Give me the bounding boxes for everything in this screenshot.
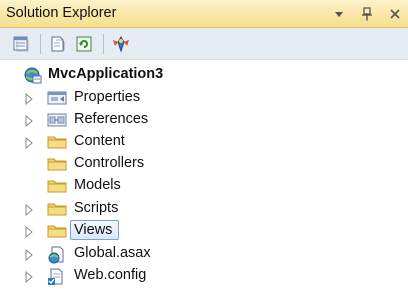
show-all-files-icon[interactable] (47, 33, 69, 55)
dropdown-arrow-icon[interactable] (332, 7, 346, 21)
refresh-icon[interactable] (73, 33, 95, 55)
folder-icon (47, 156, 67, 172)
title-bar: Solution Explorer (0, 0, 408, 28)
tree-item-label: Views (74, 222, 113, 238)
properties-icon (47, 90, 67, 106)
close-icon[interactable] (388, 7, 402, 21)
window-title: Solution Explorer (6, 5, 117, 21)
tree-item-scripts[interactable]: Scripts (0, 198, 408, 220)
tree-root[interactable]: MvcApplication3 (0, 64, 408, 86)
tree-item-label: Models (74, 177, 121, 193)
tree-item-label: References (74, 111, 149, 127)
folder-icon (47, 134, 67, 150)
tree-root-label: MvcApplication3 (48, 66, 164, 82)
pin-icon[interactable] (360, 7, 374, 21)
expand-arrow-icon[interactable] (24, 136, 34, 150)
tree-item-controllers[interactable]: Controllers (0, 153, 408, 175)
toolbar-separator (40, 33, 41, 54)
tree-item-properties[interactable]: Properties (0, 87, 408, 109)
web-config-icon (47, 268, 67, 285)
tree-item-views[interactable]: Views (0, 220, 408, 242)
tree-item-global-asax[interactable]: Global.asax (0, 243, 408, 265)
solution-explorer-panel: Solution Explorer MvcApplication3 Proper… (0, 0, 408, 290)
expand-arrow-icon[interactable] (24, 248, 34, 262)
folder-icon (47, 223, 67, 239)
title-controls (332, 0, 408, 28)
properties-window-icon[interactable] (10, 33, 32, 55)
folder-icon (47, 201, 67, 217)
tree-item-label: Properties (74, 89, 141, 105)
tree-item-label: Scripts (74, 200, 119, 216)
class-diagram-icon[interactable] (110, 33, 132, 55)
references-icon (47, 112, 67, 128)
tree-item-references[interactable]: References (0, 109, 408, 131)
expand-arrow-icon[interactable] (24, 114, 34, 128)
solution-tree: MvcApplication3 Properties References Co… (0, 60, 408, 290)
tree-item-web-config[interactable]: Web.config (0, 265, 408, 287)
folder-icon (47, 178, 67, 194)
toolbar-separator (103, 33, 104, 54)
tree-item-label: Content (74, 133, 125, 149)
tree-item-label: Web.config (74, 267, 147, 283)
expand-arrow-icon[interactable] (24, 203, 34, 217)
tree-item-content[interactable]: Content (0, 131, 408, 153)
mvc-project-icon (22, 66, 42, 84)
toolbar (0, 28, 408, 60)
expand-arrow-icon[interactable] (24, 92, 34, 106)
expand-arrow-icon[interactable] (24, 225, 34, 239)
tree-item-label: Controllers (74, 155, 145, 171)
tree-item-label: Global.asax (74, 245, 151, 261)
tree-item-models[interactable]: Models (0, 175, 408, 197)
expand-arrow-icon[interactable] (24, 270, 34, 284)
global-asax-icon (47, 246, 67, 264)
